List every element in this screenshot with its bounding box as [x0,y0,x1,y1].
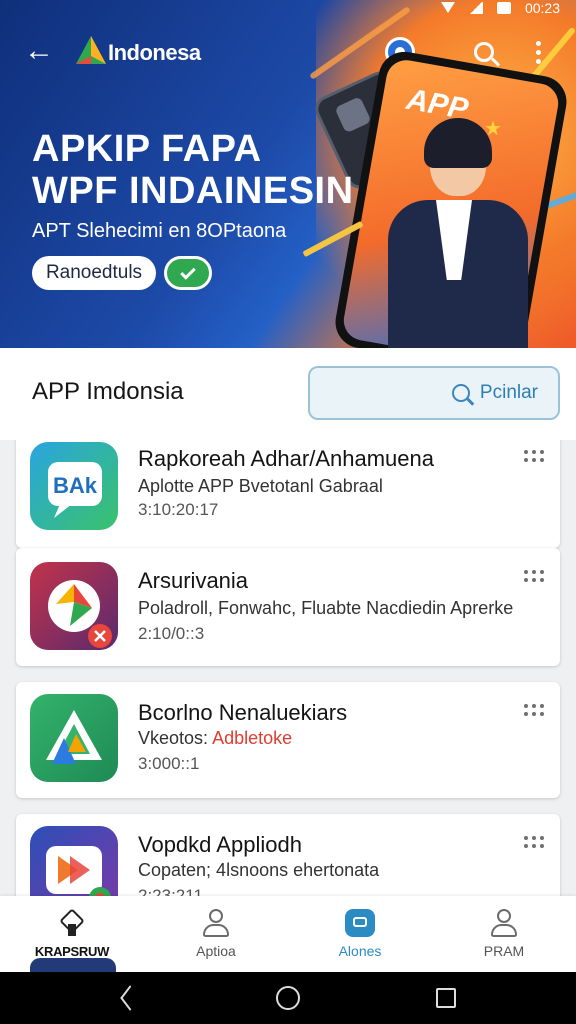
nav-label: Alones [338,943,382,959]
nav-item-store[interactable]: Alones [288,896,432,972]
more-vert-icon[interactable] [520,34,556,70]
more-options-icon[interactable] [524,570,546,586]
apps-home-icon [58,910,86,938]
app-description: Aplotte APP Bvetotanl Gabraal [138,476,383,496]
list-item[interactable]: Vopdkd Appliodh Copaten; 4lsnoons eherto… [16,814,560,896]
media-play-icon [30,826,118,896]
star-icon: ★ [484,118,502,140]
app-meta: 2:10/0::3 [138,624,205,643]
hero-title-line-1: APKIP FAPA [32,128,262,170]
nav-label: KRAPSRUW [34,943,110,959]
app-name: Rapkoreah Adhar/Anhamuena [138,446,434,471]
more-options-icon[interactable] [524,704,546,720]
popular-button[interactable]: Pcinlar [308,366,560,420]
status-bar: 00:23 [440,0,560,16]
nav-item-profile[interactable]: PRAM [432,896,576,972]
app-description: Vkeotos: Adbletoke [138,728,293,748]
popular-button-label: Pcinlar [479,382,538,403]
list-item[interactable]: Arsurivania Poladroll, Fonwahc, Fluabte … [16,548,560,666]
chat-bubble-icon: BAk [30,442,118,530]
status-time: 00:23 [524,0,560,16]
brand-name: Indonesa [108,40,201,65]
search-icon [451,384,470,402]
bottom-navigation: KRAPSRUW Aptioa Alones PRAM [0,896,576,972]
system-home-icon[interactable] [276,986,300,1010]
drive-triangle-icon [30,694,118,782]
app-meta: 2:23:211 [138,886,203,896]
app-name: Bcorlno Nenaluekiars [138,700,348,725]
more-options-icon[interactable] [524,450,546,466]
app-meta: 3:000::1 [138,754,200,773]
list-item[interactable]: BAk Rapkoreah Adhar/Anhamuena Aplotte AP… [16,440,560,548]
svg-text:BAk: BAk [53,473,98,498]
app-name: Vopdkd Appliodh [138,832,302,857]
system-back-icon[interactable] [118,988,136,1008]
nav-item-apps[interactable]: Aptioa [144,896,288,972]
nav-label: PRAM [483,943,525,959]
hero-action-button[interactable]: Ranoedtuls [32,256,156,290]
section-header: APP Imdonsia Pcinlar [0,348,576,440]
system-navigation-bar [0,972,576,1024]
hero-banner: 00:23 ← Indonesa APP ★ APKIP FAPA WPF IN… [0,0,576,348]
battery-icon [496,2,511,14]
wifi-icon [440,2,455,14]
hero-title: APKIP FAPA WPF INDAINESIN [32,128,354,212]
app-description: Copaten; 4lsnoons ehertonata [138,860,380,880]
back-arrow-icon[interactable]: ← [24,36,56,66]
signal-icon [468,2,483,14]
hero-subtitle: APT Slehecimi en 8OPtaona [32,220,287,242]
nav-indicator [30,958,116,972]
app-meta: 3:10:20:17 [138,500,219,519]
list-item[interactable]: Bcorlno Nenaluekiars Vkeotos: Adbletoke … [16,682,560,798]
checkmark-icon [180,263,196,280]
app-name: Arsurivania [138,568,249,593]
nav-label: Aptioa [196,943,236,959]
check-button[interactable] [164,256,212,290]
section-title: APP Imdonsia [32,378,184,405]
store-icon [345,909,375,937]
profile-icon [491,909,517,937]
hero-title-line-2: WPF INDAINESIN [32,170,354,212]
app-description: Poladroll, Fonwahc, Fluabte Nacdiedin Ap… [138,598,514,618]
compass-icon [30,562,118,650]
user-icon [203,909,229,937]
more-options-icon[interactable] [524,836,546,852]
system-recents-icon[interactable] [436,988,456,1008]
app-list: BAk Rapkoreah Adhar/Anhamuena Aplotte AP… [0,440,576,896]
brand-logo-icon [76,36,106,64]
